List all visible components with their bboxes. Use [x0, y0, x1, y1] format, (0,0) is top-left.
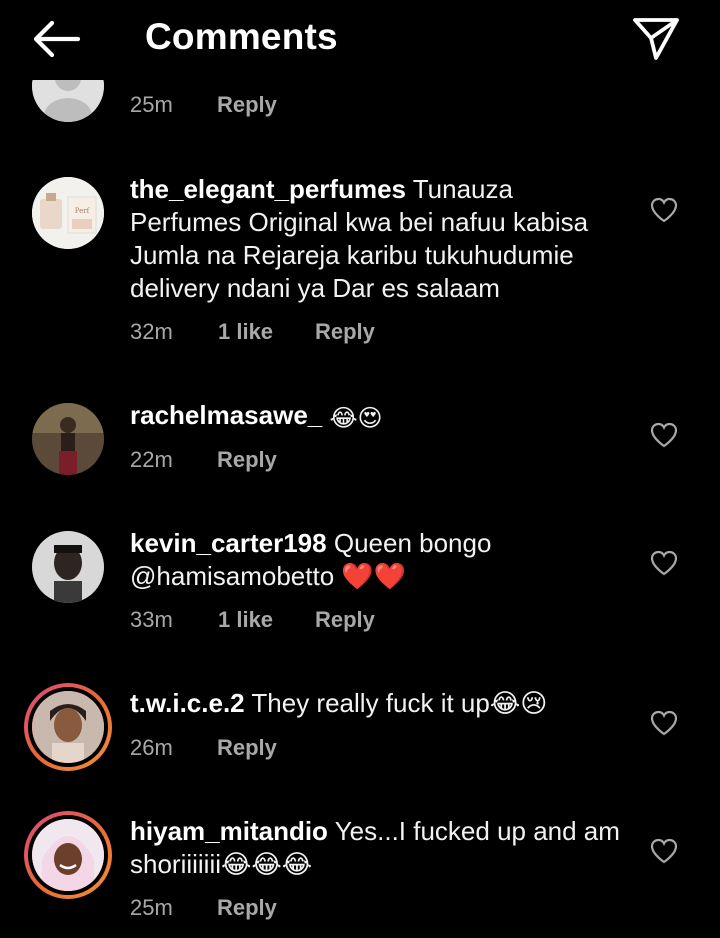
comment-username[interactable]: rachelmasawe_ — [130, 400, 322, 430]
reply-button[interactable]: Reply — [315, 319, 375, 345]
avatar[interactable] — [32, 403, 104, 475]
page-title: Comments — [145, 16, 338, 57]
avatar-story-ring[interactable] — [24, 811, 112, 899]
comment-time: 25m — [130, 92, 173, 117]
avatar[interactable] — [32, 531, 104, 603]
avatar-story-ring[interactable] — [24, 683, 112, 771]
paper-plane-icon[interactable] — [630, 14, 682, 64]
comment-body: hiyam_mitandio Yes...I fucked up and am … — [130, 815, 630, 881]
heart-icon[interactable] — [650, 838, 678, 864]
avatar — [28, 815, 108, 895]
heart-icon[interactable] — [650, 550, 678, 576]
comment-body: rachelmasawe_ 😂😍 — [130, 399, 630, 432]
comment-time: 32m — [130, 319, 173, 344]
comment-body: t.w.i.c.e.2 They really fuck it up😂😢 — [130, 687, 630, 720]
heart-icon[interactable] — [650, 197, 678, 223]
comment-time: 22m — [130, 447, 173, 472]
avatar[interactable]: Perf — [32, 177, 104, 249]
likes-count[interactable]: 1 like — [218, 319, 273, 345]
reply-button[interactable]: Reply — [217, 895, 277, 921]
comment-time: 33m — [130, 607, 173, 632]
avatar — [28, 687, 108, 767]
comment-username[interactable]: kevin_carter198 — [130, 528, 327, 558]
svg-text:Perf: Perf — [75, 207, 91, 215]
reply-button[interactable]: Reply — [315, 607, 375, 633]
comment-body: the_elegant_perfumes Tunauza Perfumes Or… — [130, 173, 630, 305]
comment-body: kevin_carter198 Queen bongo @hamisamobet… — [130, 527, 630, 593]
heart-icon[interactable] — [650, 710, 678, 736]
reply-button[interactable]: Reply — [217, 92, 277, 118]
heart-icon[interactable] — [650, 422, 678, 448]
header-bar: Comments — [0, 0, 720, 80]
comment-username[interactable]: hiyam_mitandio — [130, 816, 328, 846]
comment-username[interactable]: t.w.i.c.e.2 — [130, 688, 245, 718]
reply-button[interactable]: Reply — [217, 735, 277, 761]
comment-text: They really fuck it up😂😢 — [251, 688, 548, 718]
comment-text: 😂😍 — [329, 405, 383, 432]
comment-time: 26m — [130, 735, 173, 760]
reply-button[interactable]: Reply — [217, 447, 277, 473]
comment-time: 25m — [130, 895, 173, 920]
likes-count[interactable]: 1 like — [218, 607, 273, 633]
arrow-left-icon[interactable] — [30, 18, 82, 60]
comment-username[interactable]: the_elegant_perfumes — [130, 174, 406, 204]
comments-list[interactable]: 25m Reply Perf the_elegant_perfumes Tuna… — [0, 0, 720, 938]
